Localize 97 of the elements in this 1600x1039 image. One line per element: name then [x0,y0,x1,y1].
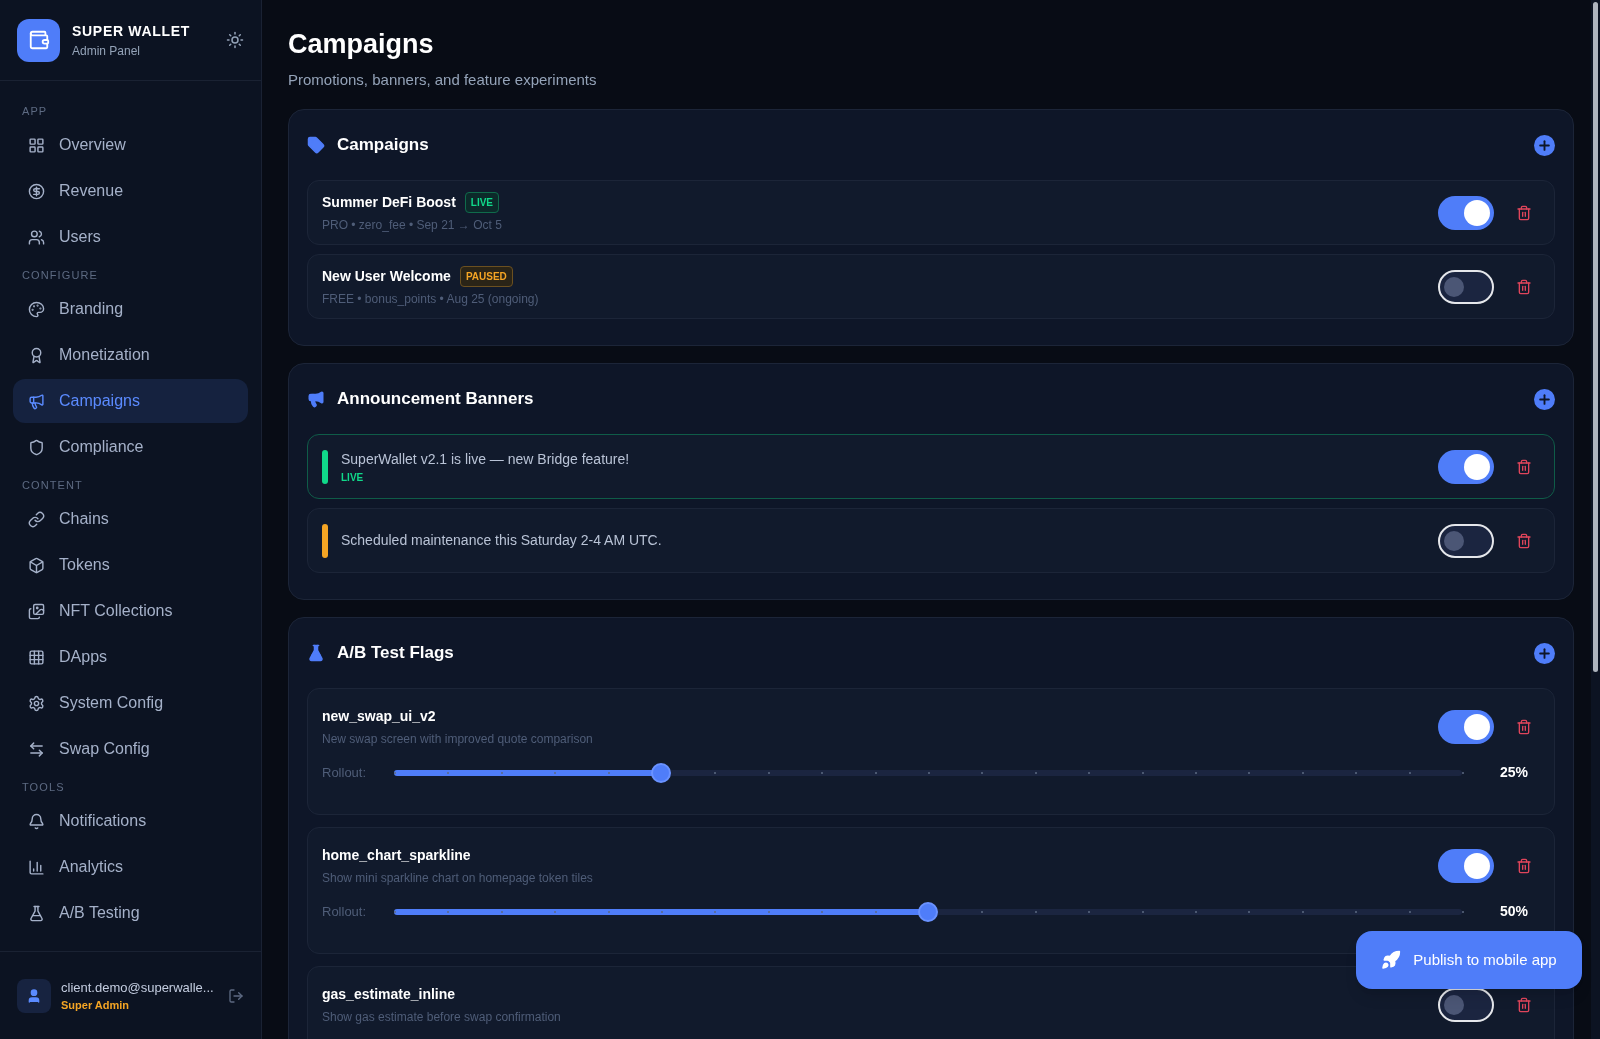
page-title: Campaigns [288,28,435,61]
nav-item[interactable]: A/B Testing [13,891,248,935]
nav-section-heading: CONFIGURE [21,267,99,283]
grid-icon [28,136,45,154]
nav-item[interactable]: Tokens [13,543,248,587]
nav-section-heading: CONTENT [21,477,84,493]
brand-subtitle: Admin Panel [72,42,142,60]
slider-thumb[interactable] [918,901,938,922]
nav-item[interactable]: Overview [13,123,248,167]
banner-text: Scheduled maintenance this Saturday 2-4 AM UTC. [341,531,662,550]
rocket-icon [1381,950,1402,970]
bell-icon [28,812,45,830]
section-title: Announcement Banners [337,388,534,411]
plus-icon [1537,137,1552,153]
shield-icon [28,438,45,456]
status-badge: LIVE [464,191,500,213]
flag-name: new_swap_ui_v2 [322,707,437,726]
toggle-switch[interactable] [1438,988,1494,1022]
palette-icon [28,300,45,318]
toggle-switch[interactable] [1438,710,1494,744]
apps-grid-icon [28,648,45,666]
trash-icon [1516,719,1532,735]
trash-icon [1516,204,1532,221]
nav-item[interactable]: Branding [13,287,248,331]
nav-item[interactable]: Swap Config [13,727,248,771]
link-icon [28,510,45,528]
plus-icon [1537,391,1552,407]
status-badge: PAUSED [459,265,513,287]
images-icon [28,602,45,620]
trash-icon [1516,532,1532,549]
nav-item[interactable]: Campaigns [13,379,248,423]
nav-item[interactable]: Monetization [13,333,248,377]
flask-icon [28,904,45,922]
cube-icon [28,556,45,574]
campaign-meta: FREE • bonus_points • Aug 25 (ongoing) [322,290,539,308]
flag-name: gas_estimate_inline [322,985,457,1004]
brand-title: SUPER WALLET [72,21,191,41]
user-avatar [17,978,51,1013]
user-email: client.demo@superwalle... [61,978,214,997]
section-title: Campaigns [337,134,429,157]
slider-thumb[interactable] [651,762,671,783]
scrollbar[interactable] [1591,0,1600,1039]
campaign-name: Summer DeFi Boost [322,192,456,212]
toggle-switch[interactable] [1438,195,1494,230]
rollout-slider[interactable] [394,901,1462,922]
toggle-switch[interactable] [1438,449,1494,484]
bar-chart-icon [28,858,45,876]
theme-toggle[interactable] [226,31,244,49]
add-button[interactable] [1534,388,1555,410]
nav-item[interactable]: DApps [13,635,248,679]
flag-name: home_chart_sparkline [322,846,472,865]
user-role: Super Admin [61,998,131,1013]
section-title: A/B Test Flags [337,642,454,665]
trash-icon [1516,458,1532,475]
rollout-label: Rollout: [322,763,368,782]
add-button[interactable] [1534,134,1555,156]
campaign-meta: PRO • zero_fee • Sep 21 → Oct 5 [322,216,502,234]
settings-icon [28,694,45,712]
flag-description: Show mini sparkline chart on homepage token tiles [322,870,593,887]
megaphone-icon [307,390,325,408]
nav-item[interactable]: Compliance [13,425,248,469]
rollout-value: 50% [1498,902,1528,921]
users-icon [28,228,45,246]
campaign-name: New User Welcome [322,266,451,286]
toggle-switch[interactable] [1438,523,1494,558]
rollout-label: Rollout: [322,902,368,921]
trash-icon [1516,278,1532,295]
nav-item[interactable]: Notifications [13,799,248,843]
add-button[interactable] [1534,642,1555,664]
nav-item[interactable]: System Config [13,681,248,725]
rollout-slider[interactable] [394,762,1462,783]
tag-icon [307,136,325,154]
flag-description: New swap screen with improved quote comparison [322,731,593,748]
nav-item[interactable]: Revenue [13,169,248,213]
banner-text: SuperWallet v2.1 is live — new Bridge feature! [341,449,630,469]
nav-item[interactable]: Analytics [13,845,248,889]
nav-item[interactable]: Chains [13,497,248,541]
plus-icon [1537,645,1552,661]
trash-icon [1516,997,1532,1013]
dollar-icon [28,182,45,200]
toggle-switch[interactable] [1438,849,1494,883]
swap-arrows-icon [28,740,45,758]
nav-item[interactable]: Users [13,215,248,259]
logout-button[interactable] [228,987,244,1004]
nav-section-heading: APP [21,103,49,119]
toggle-switch[interactable] [1438,269,1494,304]
live-label: LIVE [341,470,365,485]
nav-item[interactable]: NFT Collections [13,589,248,633]
publish-button[interactable]: Publish to mobile app [1356,931,1582,989]
trash-icon [1516,858,1532,874]
app-logo [17,18,60,62]
flag-description: Show gas estimate before swap confirmation [322,1009,561,1026]
rollout-value: 25% [1498,763,1528,782]
nav-section-heading: TOOLS [21,779,66,795]
page-subtitle: Promotions, banners, and feature experiments [288,69,598,90]
flask-icon [307,644,325,662]
megaphone-icon [28,392,45,410]
